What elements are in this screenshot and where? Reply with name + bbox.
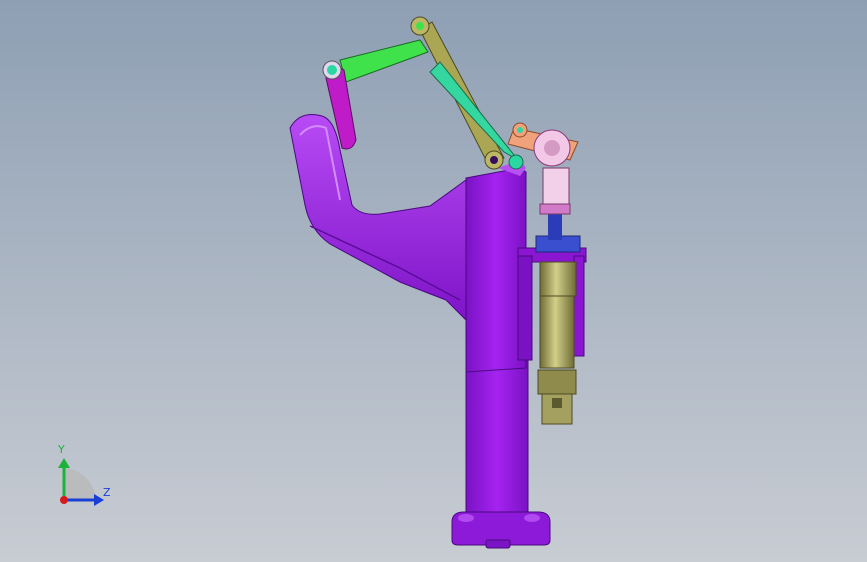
- triad-z-label: Z: [103, 486, 111, 499]
- piston-rod: [539, 167, 571, 240]
- toggle-clamp-model[interactable]: [0, 0, 867, 562]
- cad-viewport[interactable]: Y Z: [0, 0, 867, 562]
- pneumatic-cylinder[interactable]: [535, 235, 581, 425]
- triad-y-label: Y: [58, 443, 65, 456]
- clamp-body: [465, 160, 527, 373]
- orientation-triad: [58, 458, 104, 506]
- clamp-base: [451, 359, 551, 549]
- clamp-arm[interactable]: [289, 114, 467, 322]
- linkage[interactable]: [325, 21, 579, 169]
